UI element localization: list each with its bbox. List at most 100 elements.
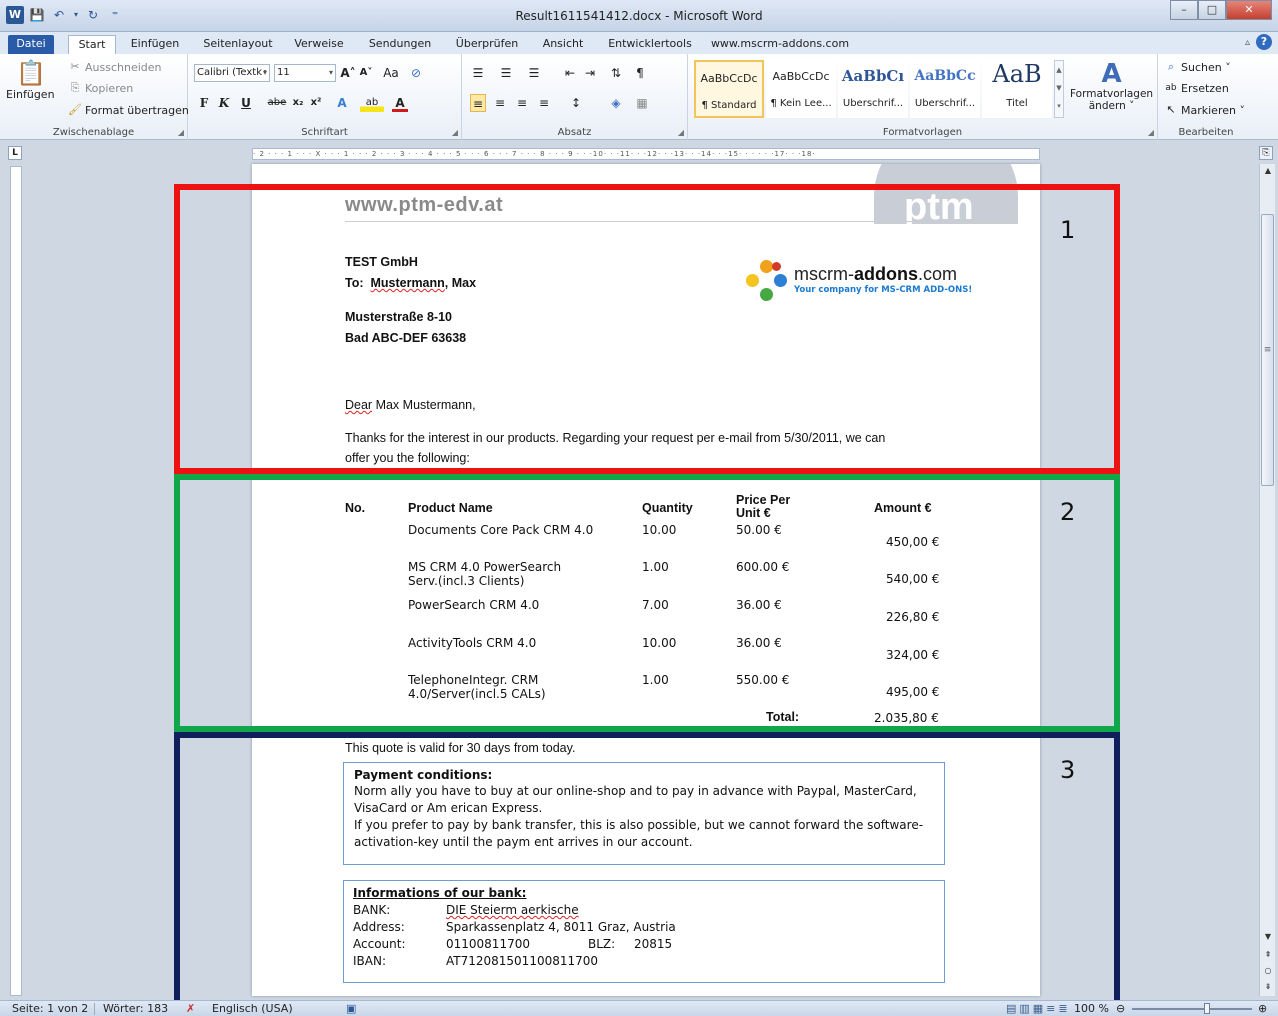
help-area: ▵ ? (1245, 34, 1272, 50)
align-center-icon[interactable]: ≡ (492, 94, 508, 112)
style-title[interactable]: AaB Titel (982, 60, 1052, 118)
font-name-combo[interactable]: Calibri (Textk• ▾ (194, 64, 270, 82)
change-styles-button[interactable]: A Formatvorlagen ändern ˅ (1070, 60, 1153, 112)
browse-object-icon[interactable]: ○ (1260, 964, 1276, 978)
tab-ansicht[interactable]: Ansicht (536, 35, 590, 54)
tab-entwicklertools[interactable]: Entwicklertools (602, 35, 698, 54)
align-right-icon[interactable]: ≡ (514, 94, 530, 112)
collapse-ribbon-icon[interactable]: ▵ (1245, 37, 1250, 48)
status-divider (94, 1003, 95, 1015)
annotation-number-3: 3 (1060, 756, 1076, 784)
page-indicator[interactable]: Seite: 1 von 2 (12, 1002, 88, 1015)
clipboard-group: 📋 Einfügen ✂ Ausschneiden ⎘ Kopieren 🖌 F… (0, 54, 189, 140)
font-size-combo[interactable]: 11 ▾ (274, 64, 336, 82)
zoom-slider[interactable] (1132, 1008, 1252, 1010)
paste-button[interactable]: 📋 Einfügen (6, 58, 55, 101)
underline-icon[interactable]: U (238, 94, 254, 112)
tab-seitenlayout[interactable]: Seitenlayout (198, 35, 278, 54)
change-styles-label: Formatvorlagen (1070, 88, 1154, 100)
grow-font-icon[interactable]: A˄ (340, 64, 356, 82)
numbering-icon[interactable]: ☰ (498, 64, 514, 82)
word-count[interactable]: Wörter: 183 (103, 1002, 168, 1015)
multilevel-list-icon[interactable]: ☰ (526, 64, 542, 82)
tab-verweise[interactable]: Verweise (288, 35, 350, 54)
style-name: Überschrif... (842, 98, 904, 109)
minimize-button[interactable]: – (1170, 0, 1198, 20)
decrease-indent-icon[interactable]: ⇤ (562, 64, 578, 82)
tab-selector[interactable]: L (8, 146, 22, 160)
style-heading-2[interactable]: AaBbCc Überschrif... (910, 60, 980, 118)
tab-mscrm-addons[interactable]: www.mscrm-addons.com (708, 35, 852, 54)
select-button[interactable]: ↖ Markieren ˅ (1164, 103, 1245, 117)
annotation-number-2: 2 (1060, 498, 1076, 526)
zoom-level[interactable]: 100 % (1074, 1002, 1109, 1015)
align-left-icon[interactable]: ≡ (470, 94, 486, 112)
shrink-font-icon[interactable]: A˅ (358, 64, 374, 82)
subscript-icon[interactable]: x₂ (290, 94, 306, 112)
scroll-thumb[interactable]: ≡ (1261, 214, 1274, 486)
format-painter-button[interactable]: 🖌 Format übertragen (68, 103, 189, 117)
line-spacing-icon[interactable]: ↕ (568, 94, 584, 112)
change-styles-icon: A (1101, 59, 1122, 89)
style-no-spacing[interactable]: AaBbCcDc ¶ Kein Lee... (766, 60, 836, 118)
borders-icon[interactable]: ▦ (634, 94, 650, 112)
style-sample: AaB (992, 60, 1042, 88)
clipboard-group-label: Zwischenablage (52, 127, 135, 138)
tab-start[interactable]: Start (68, 35, 116, 54)
scroll-up-icon[interactable]: ▲ (1260, 164, 1276, 178)
bullets-icon[interactable]: ☰ (470, 64, 486, 82)
superscript-icon[interactable]: x² (308, 94, 324, 112)
pilcrow-icon[interactable]: ¶ (632, 64, 648, 82)
shading-icon[interactable]: ◈ (608, 94, 624, 112)
change-case-icon[interactable]: Aa (380, 64, 402, 82)
previous-page-icon[interactable]: ⇞ (1260, 948, 1276, 962)
zoom-in-icon[interactable]: ⊕ (1258, 1002, 1267, 1015)
styles-scroll[interactable]: ▲ ▼ ▾ (1054, 60, 1064, 118)
cut-button[interactable]: ✂ Ausschneiden (68, 60, 161, 74)
window-controls: – □ ✕ (1170, 0, 1272, 20)
style-standard[interactable]: AaBbCcDc ¶ Standard (694, 60, 764, 118)
sort-icon[interactable]: ⇅ (608, 64, 624, 82)
replace-button[interactable]: ab Ersetzen (1164, 81, 1229, 95)
find-button[interactable]: ⌕ Suchen ˅ (1164, 60, 1231, 74)
view-ruler-icon[interactable]: ⎘ (1259, 146, 1273, 160)
format-painter-label: Format übertragen (85, 103, 189, 117)
tab-sendungen[interactable]: Sendungen (362, 35, 438, 54)
dialog-launcher-icon[interactable]: ◢ (178, 128, 184, 137)
increase-indent-icon[interactable]: ⇥ (582, 64, 598, 82)
style-heading-1[interactable]: AaBbCı Überschrif... (838, 60, 908, 118)
font-color-icon[interactable]: A (392, 94, 408, 112)
language-indicator[interactable]: Englisch (USA) (212, 1002, 293, 1015)
proofing-icon[interactable]: ✗ (186, 1002, 195, 1015)
strikethrough-icon[interactable]: abe (266, 94, 288, 112)
macro-icon[interactable]: ▣ (346, 1002, 356, 1015)
scroll-down-icon[interactable]: ▼ (1260, 930, 1276, 944)
bold-icon[interactable]: F (196, 94, 212, 112)
maximize-button[interactable]: □ (1198, 0, 1226, 20)
dialog-launcher-icon[interactable]: ◢ (1148, 128, 1154, 137)
close-button[interactable]: ✕ (1226, 0, 1272, 20)
view-buttons-icon[interactable]: ▤▥▦≡≣ (1006, 1002, 1071, 1015)
select-label: Markieren ˅ (1181, 103, 1245, 117)
tab-einfuegen[interactable]: Einfügen (124, 35, 186, 54)
help-icon[interactable]: ? (1256, 34, 1272, 50)
justify-icon[interactable]: ≡ (536, 94, 552, 112)
dialog-launcher-icon[interactable]: ◢ (452, 128, 458, 137)
highlight-icon[interactable]: ab (360, 94, 384, 112)
vertical-scrollbar[interactable]: ▲ ≡ ▼ ⇞ ○ ⇟ (1259, 164, 1275, 996)
tab-ueberpruefen[interactable]: Überprüfen (448, 35, 526, 54)
next-page-icon[interactable]: ⇟ (1260, 980, 1276, 994)
italic-icon[interactable]: K (216, 94, 232, 112)
text-effects-icon[interactable]: A (334, 94, 350, 112)
dialog-launcher-icon[interactable]: ◢ (678, 128, 684, 137)
clear-format-icon[interactable]: ⊘ (408, 64, 424, 82)
vertical-ruler[interactable] (10, 166, 22, 996)
copy-button[interactable]: ⎘ Kopieren (68, 81, 134, 95)
annotation-number-1: 1 (1060, 216, 1076, 244)
replace-label: Ersetzen (1181, 81, 1229, 95)
tab-datei[interactable]: Datei (8, 35, 54, 54)
horizontal-ruler[interactable]: · 2 · · · 1 · · · X · · · 1 · · · 2 · · … (252, 148, 1040, 160)
zoom-slider-thumb[interactable] (1204, 1003, 1210, 1014)
styles-group: AaBbCcDc ¶ Standard AaBbCcDc ¶ Kein Lee.… (688, 54, 1158, 140)
zoom-out-icon[interactable]: ⊖ (1116, 1002, 1125, 1015)
